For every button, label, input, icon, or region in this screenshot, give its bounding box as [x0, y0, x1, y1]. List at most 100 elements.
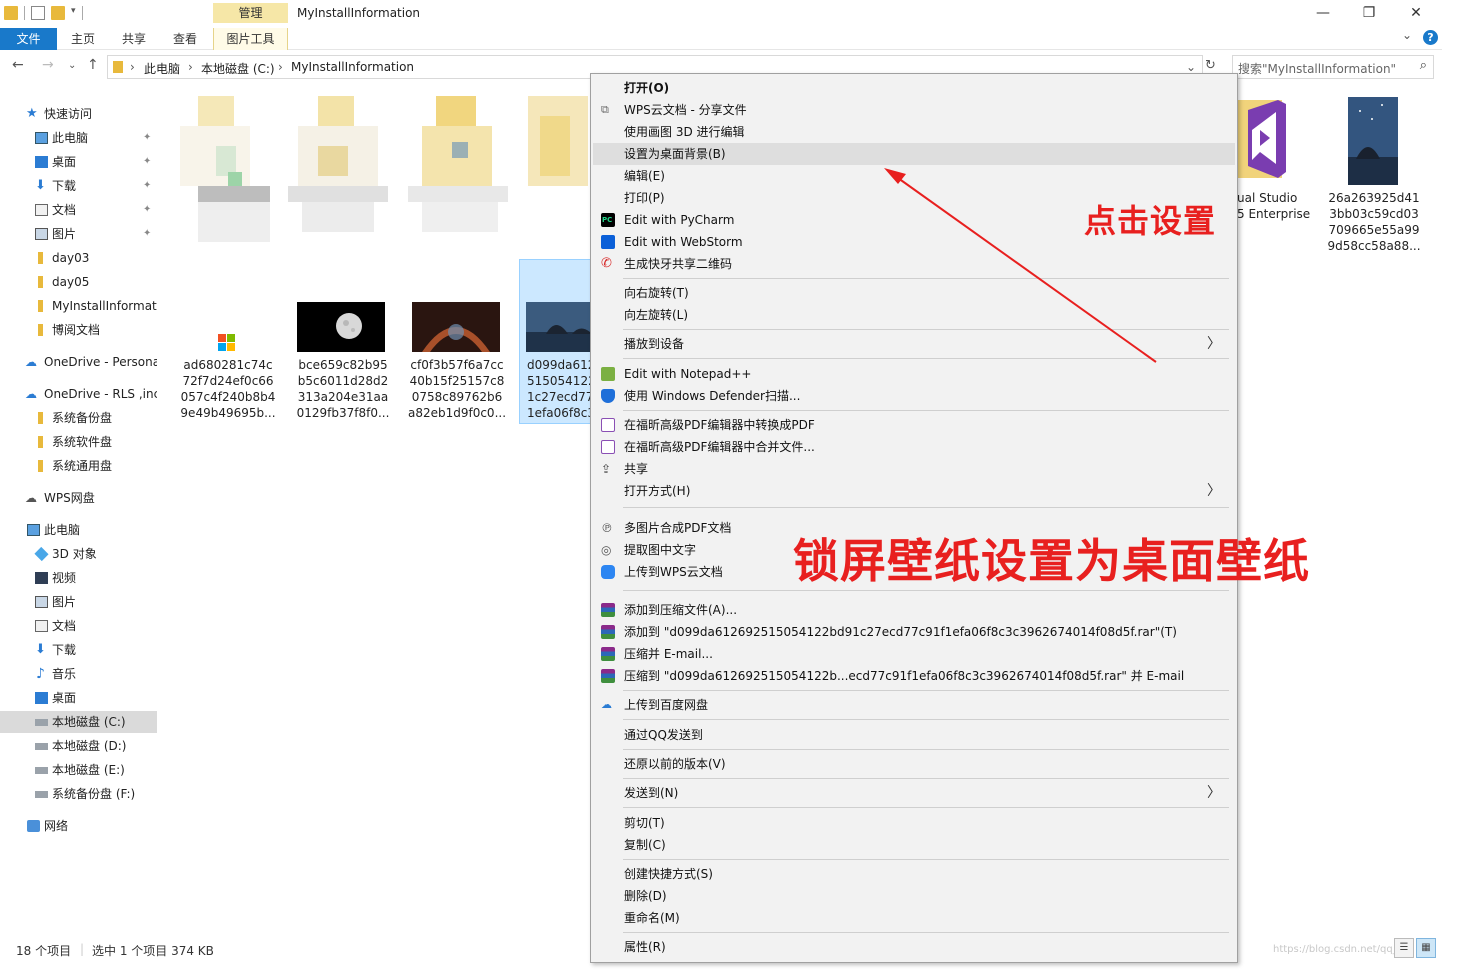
nav-this-pc[interactable]: 此电脑 — [0, 519, 157, 541]
file-name-label[interactable]: cf0f3b57f6a7cc 40b15f25157c8 0758c89762b… — [407, 357, 507, 421]
nav-videos[interactable]: 视频 — [0, 567, 157, 589]
menu-item-properties[interactable]: 属性(R) — [593, 936, 1235, 958]
nav-folder-general[interactable]: 系统通用盘 — [0, 455, 157, 477]
nav-this-pc-pinned[interactable]: 此电脑 ✦ — [0, 127, 157, 149]
menu-item-qq-send[interactable]: 通过QQ发送到 — [593, 724, 1235, 746]
nav-quick-access[interactable]: ★ 快速访问 — [0, 103, 157, 125]
tab-picture-tools[interactable]: 图片工具 — [213, 28, 288, 50]
nav-wps-cloud[interactable]: ☁ WPS网盘 — [0, 487, 157, 509]
file-name-label[interactable]: 26a263925d41 3bb03c59cd03 709665e55a99 9… — [1324, 190, 1424, 254]
nav-folder-day03[interactable]: day03 — [0, 247, 157, 269]
maximize-button[interactable]: ❐ — [1358, 4, 1380, 22]
menu-item-copy[interactable]: 复制(C) — [593, 834, 1235, 856]
large-icons-view-icon[interactable]: ▦ — [1416, 938, 1436, 958]
menu-item-foxit-merge[interactable]: 在福昕高级PDF编辑器中合并文件... — [593, 436, 1235, 458]
nav-folder-day05[interactable]: day05 — [0, 271, 157, 293]
menu-item-edit[interactable]: 编辑(E) — [593, 165, 1235, 187]
nav-desktop[interactable]: 桌面 — [0, 687, 157, 709]
breadcrumb-drive-c[interactable]: 本地磁盘 (C:) — [201, 60, 275, 77]
nav-drive-f[interactable]: 系统备份盘 (F:) — [0, 783, 157, 805]
menu-item-compress-email[interactable]: 压缩并 E-mail... — [593, 643, 1235, 665]
breadcrumb-folder[interactable]: MyInstallInformation — [291, 60, 414, 74]
nav-folder-backup[interactable]: 系统备份盘 — [0, 407, 157, 429]
menu-item-delete[interactable]: 删除(D) — [593, 885, 1235, 907]
lake-portrait-thumbnail[interactable] — [1348, 97, 1398, 185]
folder-icon[interactable] — [4, 6, 18, 20]
new-folder-icon[interactable] — [51, 6, 65, 20]
menu-item-send-to[interactable]: 发送到(N) 〉 — [593, 782, 1235, 804]
back-arrow-icon[interactable]: ← — [12, 57, 24, 73]
menu-item-compress-to-rar-email[interactable]: 压缩到 "d099da612692515054122b...ecd77c91f1… — [593, 665, 1235, 687]
details-view-icon[interactable]: ☰ — [1394, 938, 1414, 958]
nav-drive-d[interactable]: 本地磁盘 (D:) — [0, 735, 157, 757]
minimize-button[interactable]: — — [1312, 4, 1334, 22]
nav-desktop-pinned[interactable]: 桌面 ✦ — [0, 151, 157, 173]
chevron-down-icon[interactable]: ▾ — [71, 6, 76, 20]
tab-view[interactable]: 查看 — [164, 28, 206, 50]
menu-item-notepadpp[interactable]: Edit with Notepad++ — [593, 363, 1235, 385]
pictures-icon — [35, 596, 48, 608]
menu-item-add-archive[interactable]: 添加到压缩文件(A)... — [593, 599, 1235, 621]
menu-item-defender[interactable]: 使用 Windows Defender扫描... — [593, 385, 1235, 407]
nav-music[interactable]: ♪ 音乐 — [0, 663, 157, 685]
menu-label: 使用 Windows Defender扫描... — [624, 389, 801, 403]
nav-folder-boyue[interactable]: 博阅文档 — [0, 319, 157, 341]
menu-item-share[interactable]: ⇪ 共享 — [593, 458, 1235, 480]
menu-item-restore-versions[interactable]: 还原以前的版本(V) — [593, 753, 1235, 775]
nav-network[interactable]: 网络 — [0, 815, 157, 837]
nav-onedrive-personal[interactable]: ☁ OneDrive - Persona — [0, 351, 157, 373]
chevron-down-icon[interactable]: ⌄ — [1186, 60, 1196, 74]
menu-item-open[interactable]: 打开(O) — [593, 77, 1235, 99]
menu-item-paint3d[interactable]: 使用画图 3D 进行编辑 — [593, 121, 1235, 143]
menu-item-rename[interactable]: 重命名(M) — [593, 907, 1235, 929]
nav-folder-software[interactable]: 系统软件盘 — [0, 431, 157, 453]
nav-documents-pinned[interactable]: 文档 ✦ — [0, 199, 157, 221]
breadcrumb-this-pc[interactable]: 此电脑 — [144, 60, 180, 77]
lake-image-thumbnail[interactable] — [526, 302, 590, 352]
menu-item-cut[interactable]: 剪切(T) — [593, 812, 1235, 834]
search-input[interactable]: 搜索"MyInstallInformation" ⌕ — [1232, 55, 1434, 79]
file-name-label[interactable]: ad680281c74c 72f7d24ef0c66 057c4f240b8b4… — [178, 357, 278, 421]
file-name-label[interactable]: ual Studio 5 Enterprise — [1237, 190, 1317, 222]
moon-image-thumbnail[interactable] — [297, 302, 385, 352]
nav-onedrive-rls[interactable]: ☁ OneDrive - RLS ,inc — [0, 383, 157, 405]
menu-item-baidu-upload[interactable]: ☁ 上传到百度网盘 — [593, 694, 1235, 716]
menu-item-wps-share[interactable]: ⧉ WPS云文档 - 分享文件 — [593, 99, 1235, 121]
menu-item-cast-to-device[interactable]: 播放到设备 〉 — [593, 333, 1235, 355]
file-name-label[interactable]: bce659c82b95 b5c6011d28d2 313a204e31aa 0… — [293, 357, 393, 421]
menu-item-rotate-left[interactable]: 向左旋转(L) — [593, 304, 1235, 326]
arch-image-thumbnail[interactable] — [412, 302, 500, 352]
file-name-label-selected[interactable]: d099da612 515054122 1c27ecd77 1efa06f8c3 — [527, 357, 591, 421]
menu-item-set-desktop-background[interactable]: 设置为桌面背景(B) — [593, 143, 1235, 165]
menu-item-open-with[interactable]: 打开方式(H) 〉 — [593, 480, 1235, 502]
menu-item-rotate-right[interactable]: 向右旋转(T) — [593, 282, 1235, 304]
menu-label: 设置为桌面背景(B) — [624, 147, 726, 161]
nav-downloads[interactable]: ⬇ 下载 — [0, 639, 157, 661]
refresh-icon[interactable]: ↻ — [1205, 58, 1216, 73]
nav-downloads-pinned[interactable]: ⬇ 下载 ✦ — [0, 175, 157, 197]
menu-item-foxit-convert[interactable]: 在福昕高级PDF编辑器中转换成PDF — [593, 414, 1235, 436]
nav-documents[interactable]: 文档 — [0, 615, 157, 637]
defender-shield-icon — [601, 389, 615, 403]
close-button[interactable]: ✕ — [1405, 4, 1427, 22]
forward-arrow-icon[interactable]: → — [42, 57, 54, 73]
nav-pictures-pinned[interactable]: 图片 ✦ — [0, 223, 157, 245]
help-icon[interactable]: ? — [1423, 30, 1438, 45]
chevron-down-icon[interactable]: ⌄ — [1402, 28, 1412, 42]
recent-locations-icon[interactable]: ⌄ — [68, 60, 76, 71]
tab-home[interactable]: 主页 — [62, 28, 104, 50]
nav-pictures[interactable]: 图片 — [0, 591, 157, 613]
menu-item-qr-share[interactable]: ✆ 生成快牙共享二维码 — [593, 253, 1235, 275]
nav-folder-myinstall[interactable]: MyInstallInformati — [0, 295, 157, 317]
menu-item-create-shortcut[interactable]: 创建快捷方式(S) — [593, 863, 1235, 885]
nav-drive-e[interactable]: 本地磁盘 (E:) — [0, 759, 157, 781]
nav-3d-objects[interactable]: 3D 对象 — [0, 543, 157, 565]
nav-drive-c[interactable]: 本地磁盘 (C:) — [0, 711, 157, 733]
up-arrow-icon[interactable]: ↑ — [87, 57, 99, 73]
properties-icon[interactable] — [31, 6, 45, 20]
search-icon[interactable]: ⌕ — [1420, 58, 1427, 73]
menu-item-add-to-rar[interactable]: 添加到 "d099da612692515054122bd91c27ecd77c9… — [593, 621, 1235, 643]
tab-file[interactable]: 文件 — [0, 28, 57, 50]
tab-share[interactable]: 共享 — [113, 28, 155, 50]
visual-studio-icon[interactable] — [1238, 100, 1290, 180]
